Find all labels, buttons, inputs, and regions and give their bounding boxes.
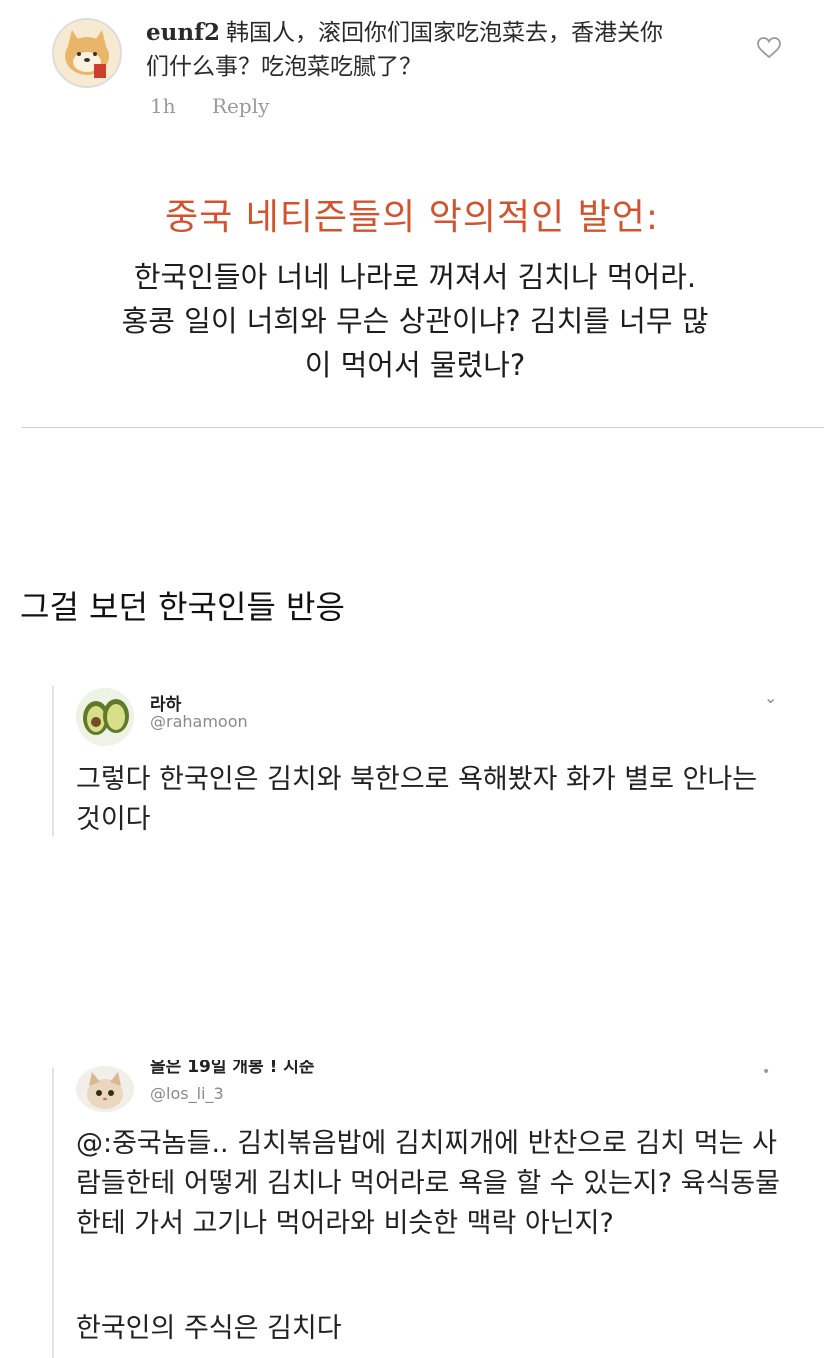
shiba-avatar-icon [54, 20, 120, 86]
tweet-handle[interactable]: @rahamoon [150, 712, 248, 731]
reaction-heading: 그걸 보던 한국인들 반응 [20, 588, 345, 626]
tweet-text: 그렇다 한국인은 김치와 북한으로 욕해봤자 화가 별로 안나는 것이다 [76, 764, 758, 835]
comment-text-line2: 们什么事？吃泡菜吃腻了？ [146, 54, 422, 80]
tweet-display-name[interactable]: 올은 19일 개봉 ! 시준 [150, 1060, 315, 1082]
tweet-left-border [52, 686, 54, 836]
annotation-title: 중국 네티즌들의 악의적인 발언: [164, 197, 660, 238]
cat-avatar-icon [76, 1066, 134, 1112]
reply-button[interactable]: Reply [212, 94, 269, 118]
comment-body: eunf2 韩国人，滚回你们国家吃泡菜去，香港关你 们什么事？吃泡菜吃腻了？ [146, 16, 736, 84]
comment-username[interactable]: eunf2 [146, 19, 220, 46]
tweet-avatar[interactable] [76, 1066, 134, 1112]
annotation-translation: 한국인들아 너네 나라로 꺼져서 김치나 먹어라. 홍콩 일이 너희와 무슨 상… [121, 260, 709, 382]
commenter-avatar[interactable] [52, 18, 122, 88]
avocado-avatar-icon [76, 688, 134, 746]
comment-timestamp: 1h [150, 94, 176, 118]
tweet-left-border [52, 1068, 54, 1358]
tweet-avatar[interactable] [76, 688, 134, 746]
tweet-footer-text: 한국인의 주식은 김치다 [76, 1313, 342, 1344]
tweet-handle[interactable]: @los_li_3 [150, 1084, 224, 1103]
tweet-text: @:중국놈들.. 김치볶음밥에 김치찌개에 반찬으로 김치 먹는 사람들한테 어… [76, 1128, 780, 1239]
like-heart-icon[interactable] [756, 36, 782, 60]
chevron-down-icon[interactable]: ⌄ [764, 688, 777, 707]
comment-text-line1: 韩国人，滚回你们国家吃泡菜去，香港关你 [225, 20, 663, 46]
dot-icon[interactable]: • [762, 1064, 770, 1080]
section-divider [22, 427, 824, 428]
